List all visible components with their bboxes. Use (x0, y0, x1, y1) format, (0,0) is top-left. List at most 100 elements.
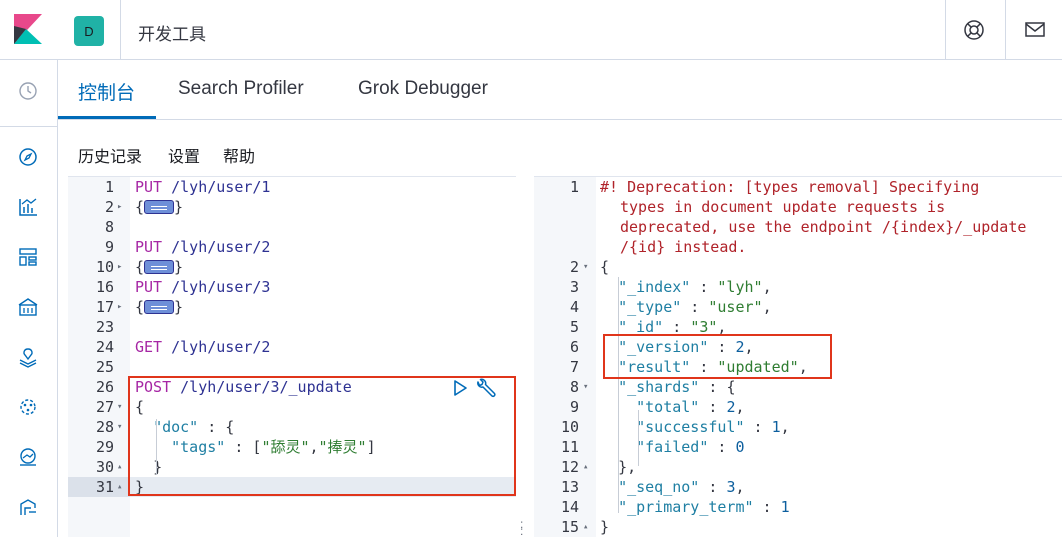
code-text: } (600, 517, 609, 537)
code-token: "_shards" (618, 378, 700, 396)
compass-icon[interactable] (17, 146, 39, 168)
line-number: 26 (95, 378, 114, 396)
code-token: "successful" (636, 418, 745, 436)
request-line[interactable]: 9 PUT /lyh/user/2 (68, 237, 516, 257)
response-line[interactable]: 14 "_primary_term" : 1 (534, 497, 1062, 517)
code-token: } (174, 298, 184, 316)
fold-toggle-icon[interactable]: ▸ (117, 197, 122, 217)
request-line[interactable]: 1 PUT /lyh/user/1 (68, 177, 516, 197)
header-divider (1005, 0, 1006, 60)
code-token: GET (135, 338, 163, 356)
response-line[interactable]: 15 ▴} (534, 517, 1062, 537)
request-line[interactable]: 25 (68, 357, 516, 377)
code-token: }, (618, 458, 637, 476)
response-line[interactable]: 9 "total" : 2, (534, 397, 1062, 417)
code-token: { (135, 198, 145, 216)
request-line[interactable]: 2 ▸ {} (68, 197, 516, 217)
code-text: PUT /lyh/user/1 (135, 177, 270, 197)
request-line[interactable]: 16 PUT /lyh/user/3 (68, 277, 516, 297)
response-line[interactable]: 12 ▴ }, (534, 457, 1062, 477)
mail-icon[interactable] (1024, 20, 1046, 40)
line-number: 29 (95, 438, 114, 456)
maps-icon[interactable] (17, 346, 39, 368)
code-text: "_primary_term" : 1 (618, 498, 790, 516)
fold-toggle-icon[interactable]: ▴ (117, 457, 122, 477)
fold-toggle-icon[interactable]: ▸ (117, 257, 122, 277)
collapsed-block-icon[interactable] (144, 260, 175, 274)
code-text: { (600, 257, 609, 277)
top-header: D 开发工具 (0, 0, 1062, 60)
line-number: 8 (569, 378, 579, 396)
response-line[interactable]: 8 ▾ "_shards" : { (534, 377, 1062, 397)
line-number: 10 (560, 418, 579, 436)
line-number: 11 (560, 438, 579, 456)
side-nav (0, 60, 58, 537)
deprecation-warning-text: #! Deprecation: [types removal] Specifyi… (600, 178, 980, 196)
canvas-icon[interactable] (17, 296, 39, 318)
response-warning-line: deprecated, use the endpoint /{index}/_u… (534, 217, 1062, 237)
line-number: 14 (560, 498, 579, 516)
deprecation-warning-text: /{id} instead. (620, 238, 747, 256)
response-line[interactable]: 11 "failed" : 0 (534, 437, 1062, 457)
code-token: , (780, 418, 790, 436)
response-warning-line: types in document update requests is (534, 197, 1062, 217)
line-number: 16 (95, 278, 114, 296)
ml-icon[interactable] (17, 396, 39, 418)
clock-icon[interactable] (17, 80, 39, 102)
visualize-icon[interactable] (17, 196, 39, 218)
code-text: PUT /lyh/user/3 (135, 277, 270, 297)
line-number: 7 (569, 358, 579, 376)
response-line[interactable]: 3 "_index" : "lyh", (534, 277, 1062, 297)
fold-toggle-icon[interactable]: ▾ (583, 377, 588, 397)
space-avatar[interactable]: D (74, 16, 104, 46)
line-number: 2 (569, 258, 579, 276)
highlight-box-update-request (128, 376, 516, 496)
tab-console[interactable]: 控制台 (78, 78, 135, 105)
response-line[interactable]: 2 ▾ { (534, 257, 1062, 277)
fold-toggle-icon[interactable]: ▾ (117, 417, 122, 437)
indent-guide (638, 410, 639, 466)
response-line[interactable]: 10 "successful" : 1, (534, 417, 1062, 437)
tab-grok-debugger[interactable]: Grok Debugger (358, 78, 488, 100)
request-line[interactable]: 17 ▸ {} (68, 297, 516, 317)
response-line[interactable]: 4 "_type" : "user", (534, 297, 1062, 317)
code-token: 1 (771, 418, 781, 436)
fold-toggle-icon[interactable]: ▴ (117, 477, 122, 497)
code-text: "_shards" : { (618, 378, 736, 396)
code-token: } (600, 518, 610, 536)
kibana-logo-icon[interactable] (14, 14, 42, 44)
code-text: {} (135, 297, 183, 317)
request-line[interactable]: 23 (68, 317, 516, 337)
fold-toggle-icon[interactable]: ▴ (583, 517, 588, 537)
code-token: , (735, 478, 745, 496)
code-text: PUT /lyh/user/2 (135, 237, 270, 257)
code-token: "_primary_term" (618, 498, 754, 516)
history-link[interactable]: 历史记录 (78, 143, 142, 167)
request-line[interactable]: 10 ▸ {} (68, 257, 516, 277)
line-number: 15 (560, 518, 579, 536)
settings-link[interactable]: 设置 (168, 143, 200, 167)
fold-toggle-icon[interactable]: ▴ (583, 457, 588, 477)
line-number: 5 (569, 318, 579, 336)
tab-search-profiler[interactable]: Search Profiler (178, 78, 304, 100)
fold-toggle-icon[interactable]: ▾ (117, 397, 122, 417)
code-text: {} (135, 197, 183, 217)
help-lifebuoy-icon[interactable] (963, 19, 985, 41)
logs-icon[interactable] (17, 496, 39, 518)
line-number: 9 (104, 238, 114, 256)
dashboard-icon[interactable] (17, 246, 39, 268)
request-line[interactable]: 8 (68, 217, 516, 237)
code-token: "total" (636, 398, 700, 416)
request-line[interactable]: 24 GET /lyh/user/2 (68, 337, 516, 357)
code-token: "lyh" (717, 278, 763, 296)
code-token: 0 (735, 438, 745, 456)
collapsed-block-icon[interactable] (144, 300, 175, 314)
pane-resize-handle[interactable]: :: (520, 518, 528, 537)
line-number: 27 (95, 398, 114, 416)
collapsed-block-icon[interactable] (144, 200, 175, 214)
metrics-icon[interactable] (17, 446, 39, 468)
fold-toggle-icon[interactable]: ▾ (583, 257, 588, 277)
fold-toggle-icon[interactable]: ▸ (117, 297, 122, 317)
help-link[interactable]: 帮助 (223, 143, 255, 167)
response-line[interactable]: 13 "_seq_no" : 3, (534, 477, 1062, 497)
